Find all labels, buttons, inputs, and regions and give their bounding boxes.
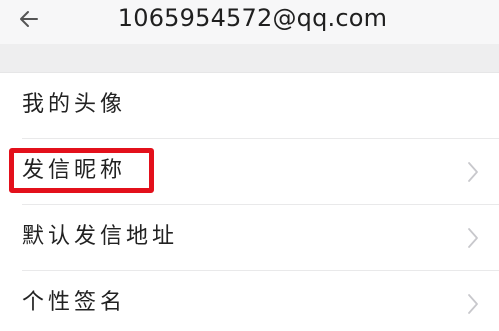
top-bar: 1065954572@qq.com xyxy=(0,0,499,44)
settings-item-avatar[interactable]: 我的头像 xyxy=(0,73,499,139)
settings-item-signature[interactable]: 个性签名 xyxy=(0,271,499,331)
settings-item-label: 我的头像 xyxy=(22,92,127,117)
chevron-right-icon xyxy=(468,162,478,182)
chevron-right-icon xyxy=(468,294,478,314)
page-title: 1065954572@qq.com xyxy=(117,4,388,32)
section-spacer xyxy=(0,44,499,73)
settings-item-label: 默认发信地址 xyxy=(22,224,179,249)
settings-item-label: 个性签名 xyxy=(22,290,127,315)
settings-item-default-sender-address[interactable]: 默认发信地址 xyxy=(0,205,499,271)
settings-screen: 1065954572@qq.com 我的头像 发信昵称 默认发信地址 个性签名 xyxy=(0,0,499,331)
chevron-right-icon xyxy=(468,228,478,248)
highlight-annotation-box xyxy=(9,148,154,193)
